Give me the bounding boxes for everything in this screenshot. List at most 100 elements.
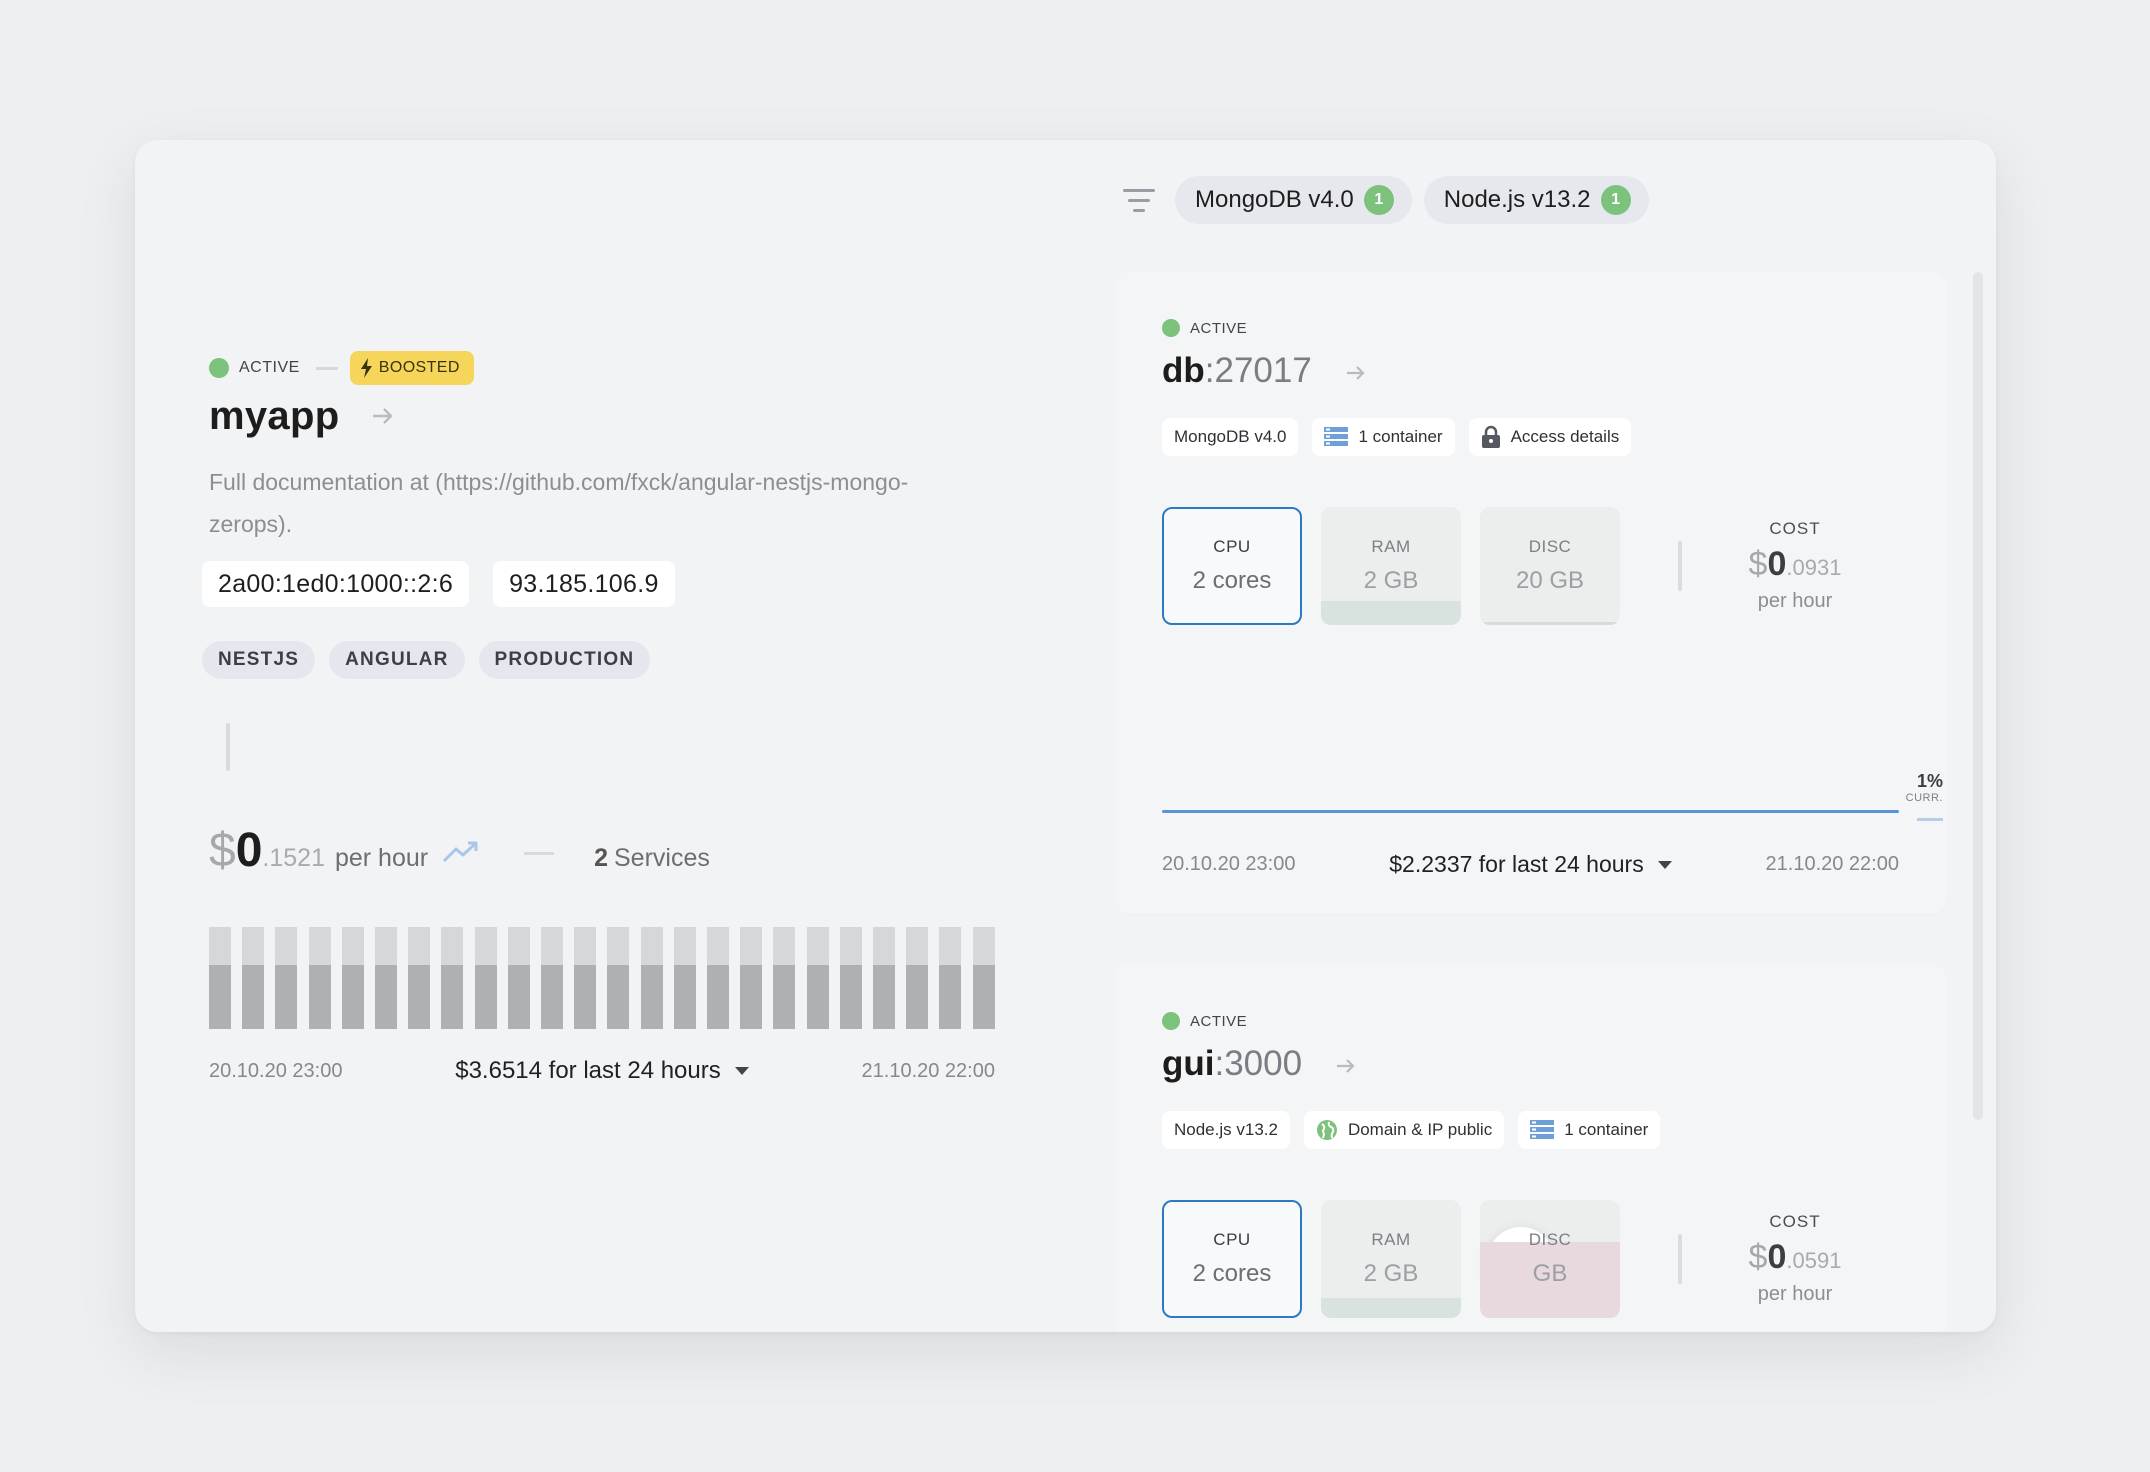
service-card-gui[interactable]: ACTIVE gui :3000 Node.js v13.2 Domain & … [1115,964,1947,1332]
usage-bar-remainder [541,927,564,965]
cost-fraction: .0931 [1786,555,1842,580]
usage-bar[interactable] [242,927,265,1029]
service-resources: CPU 2 cores RAM 2 GB DISC GB COST $ 0 .0… [1162,1200,1860,1318]
service-resources: CPU 2 cores RAM 2 GB DISC 20 GB COST $ 0… [1162,507,1860,625]
service-card-db[interactable]: ACTIVE db :27017 MongoDB v4.0 1 containe… [1115,271,1947,914]
usage-bar[interactable] [673,927,696,1029]
container-icon [1530,1120,1555,1140]
ram-resource[interactable]: RAM 2 GB [1321,507,1461,625]
pill-label: 1 container [1358,427,1443,446]
usage-bar-remainder [640,927,663,965]
tag-nestjs[interactable]: NESTJS [202,641,316,679]
service-type-pill: Node.js v13.2 [1162,1111,1290,1149]
usage-bar[interactable] [640,927,663,1029]
disc-resource[interactable]: DISC GB [1480,1200,1620,1318]
usage-bar[interactable] [740,927,763,1029]
cost-unit: per hour [334,844,429,872]
cost-value: $ 0 .0931 [1749,545,1842,584]
service-port: :3000 [1214,1044,1303,1083]
resource-label: RAM [1371,1230,1411,1249]
divider [226,723,230,771]
cpu-resource[interactable]: CPU 2 cores [1162,507,1302,625]
usage-bar[interactable] [906,927,929,1029]
usage-bar-remainder [308,927,331,965]
usage-bar[interactable] [972,927,995,1029]
pill-label: Access details [1510,427,1620,446]
usage-bar-remainder [873,927,896,965]
cost-currency: $ [1748,1238,1768,1276]
open-service-arrow-icon[interactable] [1346,361,1366,389]
resource-value: GB [1532,1260,1568,1287]
cost-label: COST [1769,519,1821,538]
usage-bar[interactable] [507,927,530,1029]
disc-resource[interactable]: DISC 20 GB [1480,507,1620,625]
divider [315,366,338,370]
usage-bar-remainder [341,927,364,965]
usage-bar[interactable] [574,927,597,1029]
usage-bar[interactable] [806,927,829,1029]
usage-bar[interactable] [441,927,464,1029]
usage-bar[interactable] [408,927,431,1029]
cpu-resource[interactable]: CPU 2 cores [1162,1200,1302,1318]
timeline-period-select[interactable]: $2.2337 for last 24 hours [1389,851,1672,878]
filter-chip-label: Node.js v13.2 [1443,186,1591,213]
usage-bar[interactable] [275,927,298,1029]
usage-bar[interactable] [341,927,364,1029]
resource-label: CPU [1213,1230,1251,1249]
open-service-arrow-icon[interactable] [1336,1054,1356,1082]
usage-bar-remainder [209,927,231,965]
services-label: Services [614,844,710,872]
filter-chip-label: MongoDB v4.0 [1195,186,1354,213]
service-status: ACTIVE [1190,1012,1248,1030]
usage-bar[interactable] [308,927,331,1029]
usage-bar[interactable] [939,927,962,1029]
ipv6-address[interactable]: 2a00:1ed0:1000::2:6 [202,561,470,607]
usage-bar-remainder [574,927,597,965]
resource-value: 2 cores [1192,1260,1272,1287]
tag-production[interactable]: PRODUCTION [478,641,651,679]
pill-label: MongoDB v4.0 [1174,427,1287,446]
usage-bar[interactable] [873,927,896,1029]
service-port: :27017 [1204,351,1312,390]
trend-up-icon [442,839,482,868]
usage-bar[interactable] [839,927,862,1029]
usage-bar-remainder [773,927,796,965]
access-details-button[interactable]: Access details [1468,418,1632,456]
service-status-row: ACTIVE [1162,1012,1247,1030]
service-title: db :27017 [1162,351,1366,391]
container-count-pill: 1 container [1312,418,1455,456]
current-usage-label: CURR. [1905,792,1943,804]
app-tags: NESTJS ANGULAR PRODUCTION [202,641,1009,679]
usage-bar-fill [408,964,431,1029]
cpu-usage-line [1162,810,1899,813]
usage-bar-remainder [607,927,630,965]
ipv4-address[interactable]: 93.185.106.9 [493,561,675,607]
usage-bar-remainder [474,927,497,965]
usage-bar-fill [806,964,829,1029]
filter-chip-nodejs[interactable]: Node.js v13.2 1 [1423,176,1649,224]
usage-bar[interactable] [607,927,630,1029]
usage-bar[interactable] [773,927,796,1029]
filter-chip-mongodb[interactable]: MongoDB v4.0 1 [1175,176,1412,224]
timeline-summary: $3.6514 for last 24 hours [455,1057,721,1084]
timeline-period-select[interactable]: $3.6514 for last 24 hours [455,1057,749,1085]
app-title-row: myapp [209,394,1009,439]
usage-bar-remainder [275,927,298,965]
usage-bar[interactable] [474,927,497,1029]
service-cost: COST $ 0 .0931 per hour [1730,519,1860,613]
services-scrollbar[interactable] [1973,272,1983,1120]
usage-bar[interactable] [375,927,398,1029]
open-app-arrow-icon[interactable] [371,401,395,433]
usage-bar-fill [707,964,730,1029]
cost-integer: 0 [235,824,263,877]
filter-icon[interactable] [1117,188,1161,212]
services-count: 2 [594,844,608,872]
usage-bar[interactable] [541,927,564,1029]
service-filters: MongoDB v4.0 1 Node.js v13.2 1 [1117,176,1661,224]
usage-bar[interactable] [209,927,231,1029]
usage-bar[interactable] [707,927,730,1029]
ram-resource[interactable]: RAM 2 GB [1321,1200,1461,1318]
service-pills: MongoDB v4.0 1 container Access details [1162,418,1645,456]
container-count-pill: 1 container [1518,1111,1661,1149]
tag-angular[interactable]: ANGULAR [329,641,465,679]
